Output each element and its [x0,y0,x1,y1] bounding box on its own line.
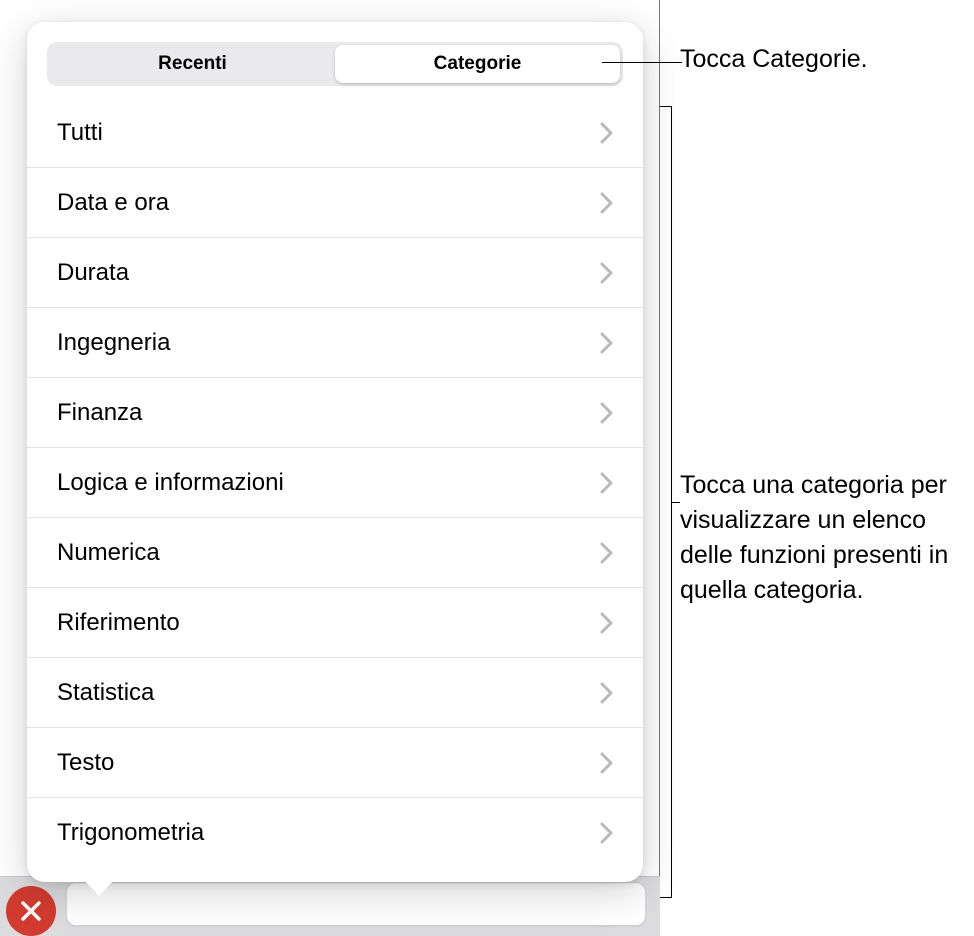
chevron-right-icon [600,682,613,704]
category-row[interactable]: Trigonometria [27,798,643,868]
chevron-right-icon [600,542,613,564]
category-row[interactable]: Tutti [27,98,643,168]
chevron-right-icon [600,752,613,774]
tab-recent[interactable]: Recenti [50,45,335,83]
chevron-right-icon [600,122,613,144]
category-label: Trigonometria [57,819,204,847]
segmented-control: Recenti Categorie [47,42,623,86]
callout-tap-categories: Tocca Categorie. [680,42,960,77]
callout-leader-1 [602,62,682,63]
chevron-right-icon [600,332,613,354]
chevron-right-icon [600,192,613,214]
category-row[interactable]: Riferimento [27,588,643,658]
category-label: Testo [57,749,114,777]
category-row[interactable]: Numerica [27,518,643,588]
category-label: Finanza [57,399,142,427]
callout-leader-2 [672,502,680,503]
callout-bracket-2 [660,106,672,898]
category-row[interactable]: Ingegneria [27,308,643,378]
category-row[interactable]: Testo [27,728,643,798]
category-label: Ingegneria [57,329,170,357]
category-label: Tutti [57,119,103,147]
tab-recent-label: Recenti [158,53,227,75]
chevron-right-icon [600,822,613,844]
chevron-right-icon [600,402,613,424]
formula-input[interactable] [66,882,646,926]
chevron-right-icon [600,612,613,634]
functions-popover: Recenti Categorie Tutti Data e ora Durata I… [27,22,643,882]
category-label: Data e ora [57,189,169,217]
category-label: Statistica [57,679,154,707]
category-label: Riferimento [57,609,180,637]
category-row[interactable]: Logica e informazioni [27,448,643,518]
callout-tap-category-detail: Tocca una categoria per visualizzare un … [680,468,970,608]
category-label: Durata [57,259,129,287]
category-label: Logica e informazioni [57,469,284,497]
category-label: Numerica [57,539,160,567]
app-frame: Recenti Categorie Tutti Data e ora Durata I… [0,0,660,936]
chevron-right-icon [600,472,613,494]
tab-categories[interactable]: Categorie [335,45,620,83]
category-row[interactable]: Finanza [27,378,643,448]
category-row[interactable]: Durata [27,238,643,308]
category-row[interactable]: Data e ora [27,168,643,238]
chevron-right-icon [600,262,613,284]
categories-list: Tutti Data e ora Durata Ingegneria Finanza Lo… [27,98,643,882]
popover-tail [82,878,116,896]
tab-categories-label: Categorie [434,53,522,75]
close-icon [19,899,43,923]
category-row[interactable]: Statistica [27,658,643,728]
close-button[interactable] [6,886,56,936]
